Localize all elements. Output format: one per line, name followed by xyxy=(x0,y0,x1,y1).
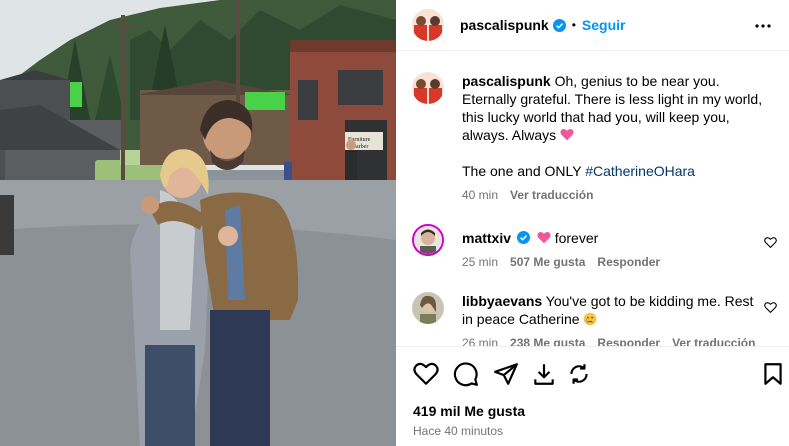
comment-body: forever xyxy=(554,230,599,246)
comment-heart-icon[interactable] xyxy=(764,236,777,249)
post-header: pascalispunk • Seguir xyxy=(396,0,789,51)
header-separator: • xyxy=(571,18,576,32)
action-bar: 419 mil Me gusta Hace 40 minutos xyxy=(396,346,789,446)
verified-icon xyxy=(552,18,566,32)
commenter-username[interactable]: mattxiv xyxy=(462,230,511,246)
caption-line-4: always. Always xyxy=(462,127,557,143)
comments-section[interactable]: pascalispunk Oh, genius to be near you. … xyxy=(396,52,789,346)
comment-item: libbyaevans You've got to be kidding me.… xyxy=(412,292,777,346)
crying-face-emoji-icon xyxy=(584,312,597,326)
author-username[interactable]: pascalispunk xyxy=(460,17,549,33)
caption-translate-link[interactable]: Ver traducción xyxy=(510,188,593,202)
caption-meta: 40 min Ver traducción xyxy=(462,188,777,202)
comment-text: libbyaevans You've got to be kidding me.… xyxy=(462,292,777,328)
post-time: Hace 40 minutos xyxy=(413,424,504,438)
commenter-avatar[interactable] xyxy=(412,292,444,324)
author-avatar[interactable] xyxy=(412,9,444,41)
comment-meta: 25 min 507 Me gusta Responder xyxy=(462,255,777,269)
post-photo[interactable]: Furniture Barber xyxy=(0,0,396,446)
comment-item: mattxiv forever 25 min 507 Me gusta Resp… xyxy=(412,224,777,269)
caption-avatar[interactable] xyxy=(412,72,444,104)
comment-heart-icon[interactable] xyxy=(764,301,777,314)
reply-button[interactable]: Responder xyxy=(597,336,660,346)
download-icon[interactable] xyxy=(531,361,557,387)
comment-translate-link[interactable]: Ver traducción xyxy=(672,336,755,346)
save-icon[interactable] xyxy=(760,361,786,387)
comment-text: mattxiv forever xyxy=(462,224,777,247)
caption-line-5: The one and ONLY xyxy=(462,163,586,179)
more-icon[interactable] xyxy=(751,14,775,38)
caption-time: 40 min xyxy=(462,188,499,202)
caption-line-2: Eternally grateful. There is less light … xyxy=(462,91,763,107)
post-panel: pascalispunk • Seguir pascalispunk Oh, g… xyxy=(396,0,789,446)
pink-heart-emoji-icon xyxy=(537,231,551,244)
heart-icon[interactable] xyxy=(413,361,439,387)
comment-likes[interactable]: 238 Me gusta xyxy=(510,336,585,346)
pink-heart-emoji-icon xyxy=(560,128,574,141)
hashtag-link[interactable]: #CatherineOHara xyxy=(585,163,695,179)
reply-button[interactable]: Responder xyxy=(597,255,660,269)
share-icon[interactable] xyxy=(493,361,519,387)
like-count[interactable]: 419 mil Me gusta xyxy=(413,403,525,419)
caption-text: pascalispunk Oh, genius to be near you. … xyxy=(462,72,777,180)
commenter-avatar[interactable] xyxy=(412,224,444,256)
caption: pascalispunk Oh, genius to be near you. … xyxy=(412,72,777,202)
comment-time: 26 min xyxy=(462,336,499,346)
commenter-username[interactable]: libbyaevans xyxy=(462,293,542,309)
comment-likes[interactable]: 507 Me gusta xyxy=(510,255,585,269)
post-image: Furniture Barber xyxy=(0,0,396,446)
comment-time: 25 min xyxy=(462,255,499,269)
follow-button[interactable]: Seguir xyxy=(582,17,626,33)
verified-icon xyxy=(516,231,530,244)
caption-line-1: Oh, genius to be near you. xyxy=(554,73,720,89)
comment-icon[interactable] xyxy=(453,361,479,387)
caption-username[interactable]: pascalispunk xyxy=(462,73,551,89)
comment-body-line-1: You've got to be kidding me. Rest xyxy=(545,293,754,309)
caption-line-3: this lucky world that had you, will keep… xyxy=(462,109,730,125)
comment-body-line-2: in peace Catherine xyxy=(462,311,580,327)
repost-icon[interactable] xyxy=(566,361,592,387)
comment-meta: 26 min 238 Me gusta Responder Ver traduc… xyxy=(462,336,777,346)
